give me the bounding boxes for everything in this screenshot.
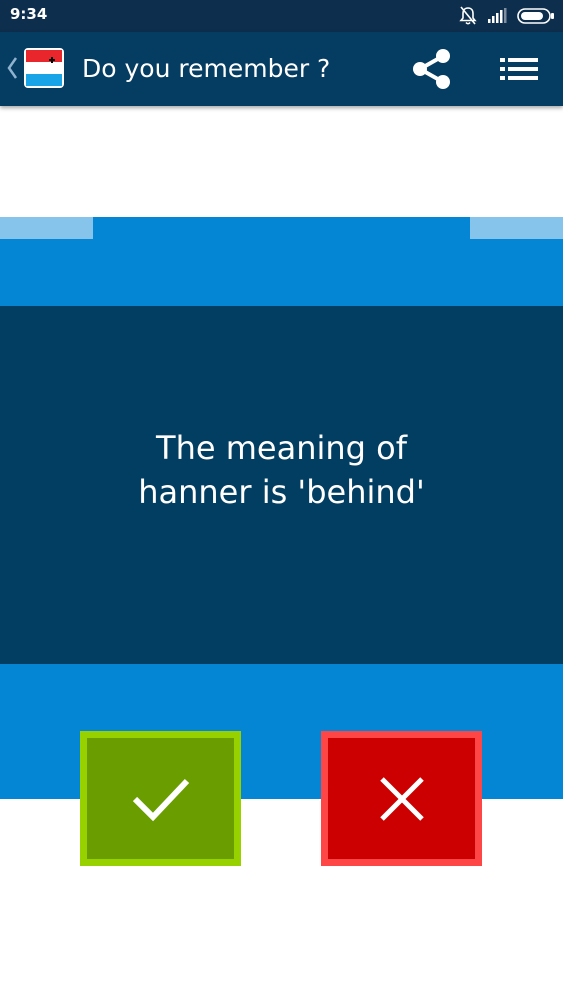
- card-tab-left: [0, 217, 93, 239]
- share-icon[interactable]: [408, 46, 456, 92]
- status-bar: 9:34: [0, 0, 563, 32]
- list-menu-icon[interactable]: [494, 50, 542, 90]
- wrong-button[interactable]: [321, 731, 482, 866]
- status-time: 9:34: [10, 5, 48, 23]
- app-bar: Do you remember ?: [0, 32, 563, 106]
- checkmark-icon: [132, 778, 189, 821]
- question-card: The meaning of hanner is 'behind': [0, 306, 563, 664]
- card-tab-right: [470, 217, 563, 239]
- correct-button[interactable]: [80, 731, 241, 866]
- signal-icon: [488, 8, 507, 23]
- battery-icon: [517, 8, 554, 24]
- close-icon: [379, 776, 424, 821]
- luxembourg-flag-icon[interactable]: [24, 48, 64, 88]
- chevron-left-icon[interactable]: [5, 56, 19, 80]
- bell-off-icon: [459, 6, 477, 25]
- status-icons: [459, 6, 555, 26]
- question-text: The meaning of hanner is 'behind': [138, 429, 425, 511]
- page-title: Do you remember ?: [82, 54, 331, 83]
